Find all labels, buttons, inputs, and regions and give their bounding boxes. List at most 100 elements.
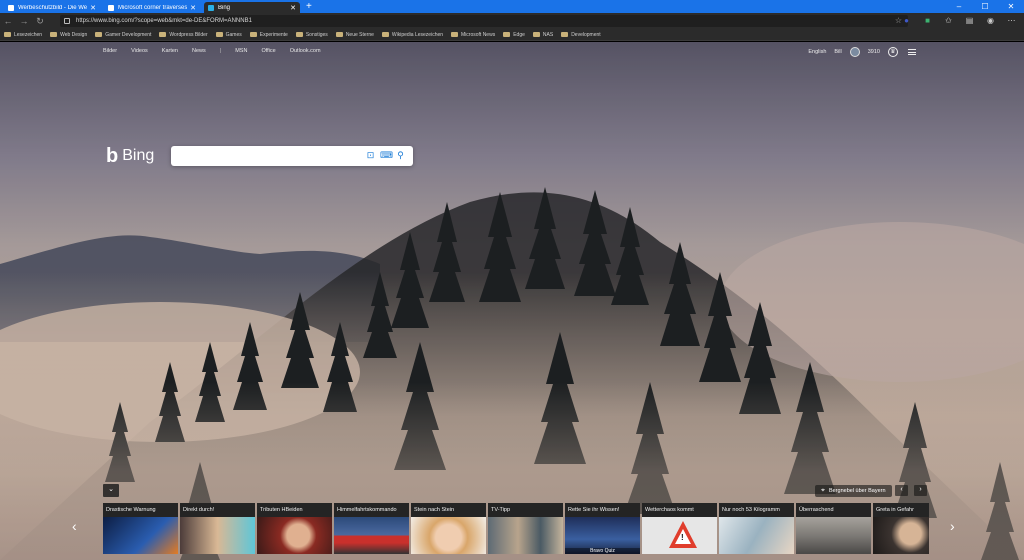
news-card[interactable]: Tributen HBeiden [257,503,332,554]
news-card[interactable]: Himmelfahrtskommando [334,503,409,554]
news-card-image [719,517,794,554]
favorite-star-icon[interactable]: ☆ [895,16,902,25]
user-name[interactable]: Bill [834,49,841,55]
new-tab-button[interactable]: + [306,1,312,13]
keyboard-icon[interactable]: ⌨ [380,150,393,161]
image-location-text: Bergnebel über Bayern [828,488,886,494]
address-bar[interactable]: https://www.bing.com/?scope=web&mkt=de-D… [60,15,908,27]
profile-icon[interactable]: ◉ [986,16,995,25]
bookmark-item[interactable]: Sonstiges [295,32,328,38]
rewards-points[interactable]: 3910 [868,49,880,55]
news-card-title: Nur noch 53 Kilogramm [719,503,794,517]
news-card-title: TV-Tipp [488,503,563,517]
bing-favicon-icon [208,4,214,11]
news-card-image [796,517,871,554]
bookmark-item[interactable]: Neue Sterne [335,32,374,38]
news-card[interactable]: Wetterchaos kommt ! [642,503,717,554]
bookmark-item[interactable]: Wordpress Bilder [159,32,208,38]
lock-icon [64,18,70,24]
bing-top-nav: Bilder Videos Karten News | MSN Office O… [103,48,321,54]
folder-icon [381,32,389,37]
image-location-info[interactable]: ⌖ Bergnebel über Bayern [815,485,892,497]
tab-close-icon[interactable]: ✕ [90,4,96,12]
next-image-icon[interactable]: › [914,485,927,496]
search-box[interactable]: ⊡ ⌨ ⚲ [171,146,413,166]
maximize-icon[interactable]: ☐ [972,0,998,13]
avatar[interactable] [849,47,860,57]
news-card[interactable]: Rette Sie ihr Wissen! Bravo Quiz [565,503,640,554]
tab-close-icon[interactable]: ✕ [190,4,196,12]
search-icon[interactable]: ⚲ [395,150,406,161]
nav-images[interactable]: Bilder [103,48,117,54]
folder-icon [215,32,223,37]
news-card[interactable]: Nur noch 53 Kilogramm [719,503,794,554]
forward-icon[interactable]: → [16,16,32,26]
news-card[interactable]: Greta in Gefahr [873,503,929,554]
folder-icon [561,32,569,37]
background-image [0,42,1024,560]
browser-toolbar: ← → ↻ https://www.bing.com/?scope=web&mk… [0,13,1024,29]
news-card-image [257,517,332,554]
bookmark-item[interactable]: NAS [532,32,553,38]
tab-favicon-icon [108,4,114,11]
nav-videos[interactable]: Videos [131,48,148,54]
rewards-trophy-icon[interactable]: ♛ [888,47,898,57]
extension-icon[interactable]: ■ [923,16,932,25]
tab-1[interactable]: Werbeschutzbild - Die Wettbew ✕ [4,2,100,13]
news-card-title: Überraschend [796,503,871,517]
news-card-title: Wetterchaos kommt [642,503,717,517]
bookmark-item[interactable]: Wikipedia Lesezeichen [381,32,443,38]
news-card-title: Stein nach Stein [411,503,486,517]
nav-office[interactable]: Office [261,48,275,54]
hamburger-menu-icon[interactable] [908,49,916,55]
nav-outlook[interactable]: Outlook.com [290,48,321,54]
news-card-title: Drastische Warnung [103,503,178,517]
news-card[interactable]: Stein nach Stein [411,503,486,554]
extension-icon[interactable]: ● [902,16,911,25]
bookmark-item[interactable]: Edge [503,32,525,38]
collapse-button[interactable]: ⌄ [103,484,119,497]
visual-search-icon[interactable]: ⊡ [365,150,376,161]
refresh-icon[interactable]: ↻ [32,16,48,27]
folder-icon [503,32,511,37]
news-card-image: ! [642,517,717,554]
carousel-prev-icon[interactable]: ‹ [72,518,77,534]
address-url[interactable]: https://www.bing.com/?scope=web&mkt=de-D… [76,18,252,24]
tab-close-icon[interactable]: ✕ [290,4,296,12]
favorites-icon[interactable]: ✩ [944,16,953,25]
nav-msn[interactable]: MSN [235,48,247,54]
bookmark-item[interactable]: Games [215,32,242,38]
news-card-image: Bravo Quiz [565,517,640,554]
news-card[interactable]: Direkt durch! [180,503,255,554]
bookmark-item[interactable]: Microsoft News [451,32,495,38]
news-card-image [103,517,178,554]
news-card-title: Himmelfahrtskommando [334,503,409,517]
close-window-icon[interactable]: ✕ [998,0,1024,13]
news-card[interactable]: Überraschend [796,503,871,554]
bookmark-item[interactable]: Development [561,32,601,38]
language-link[interactable]: English [808,49,826,55]
previous-image-icon[interactable]: ‹ [895,485,908,496]
tab-title: Werbeschutzbild - Die Wettbew [18,4,88,11]
search-input[interactable] [177,150,357,162]
news-card[interactable]: TV-Tipp [488,503,563,554]
collections-icon[interactable]: ▤ [965,16,974,25]
tab-bing[interactable]: Bing ✕ [204,2,300,13]
bookmark-item[interactable]: Web Design [50,32,87,38]
window-controls: – ☐ ✕ [946,0,1024,13]
bookmark-item[interactable]: Experimente [249,32,288,38]
tab-title: Bing [218,4,231,11]
nav-maps[interactable]: Karten [162,48,178,54]
folder-icon [50,32,58,37]
back-icon[interactable]: ← [0,16,16,26]
bookmark-item[interactable]: Gamer Development [95,32,151,38]
minimize-icon[interactable]: – [946,0,972,13]
settings-more-icon[interactable]: ⋯ [1007,16,1016,25]
news-card[interactable]: Drastische Warnung [103,503,178,554]
news-card-title: Tributen HBeiden [257,503,332,517]
carousel-next-icon[interactable]: › [950,518,955,534]
bookmark-item[interactable]: Lesezeichen [4,32,42,38]
nav-news[interactable]: News [192,48,206,54]
tab-2[interactable]: Microsoft corner traverses on ✕ [104,2,200,13]
news-carousel: Drastische Warnung Direkt durch! Tribute… [103,503,929,554]
